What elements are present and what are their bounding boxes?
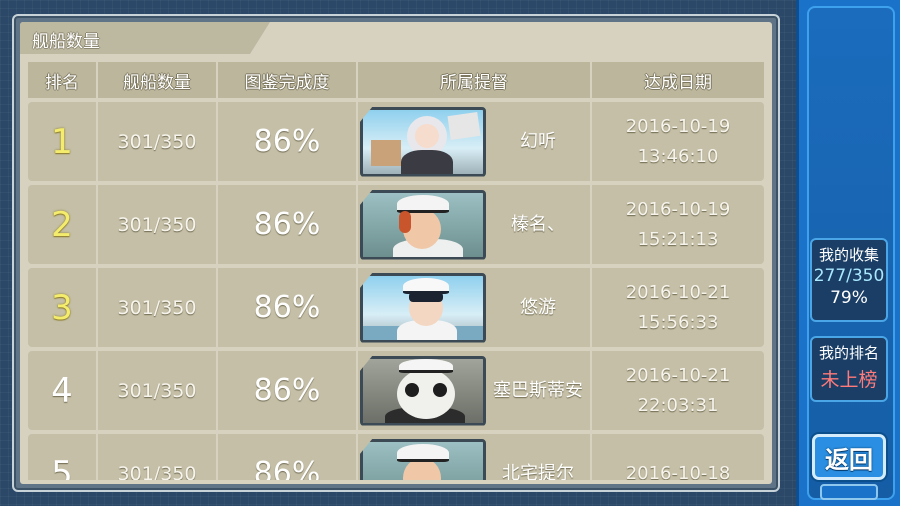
date-text: 2016-10-19 [625, 115, 731, 137]
collection-percent: 79% [830, 288, 868, 308]
header-ship-count: 舰船数量 [98, 62, 218, 98]
time-text: 15:21:13 [637, 228, 719, 250]
achieve-date: 2016-10-19 13:46:10 [592, 102, 764, 181]
ship-count: 301/350 [98, 185, 218, 264]
completion-percent: 86% [218, 185, 358, 264]
table-row[interactable]: 5 301/350 86% 北宅提尔 2016-10-18 [28, 434, 764, 480]
table-row[interactable]: 1 301/350 86% 幻听 2016-10-19 13:46:10 [28, 102, 764, 181]
leaderboard-panel: 舰船数量 排名 舰船数量 图鉴完成度 所属提督 达成日期 1 301/350 8… [20, 22, 772, 484]
admiral-name: 榛名、 [511, 213, 565, 235]
admiral-cell: 悠游 [358, 268, 592, 347]
rank-number: 4 [28, 351, 98, 430]
collection-count: 277/350 [813, 266, 885, 286]
ship-count: 301/350 [98, 351, 218, 430]
time-text: 15:56:33 [637, 311, 719, 333]
header-date: 达成日期 [644, 72, 712, 93]
achieve-date: 2016-10-21 22:03:31 [592, 351, 764, 430]
time-text: 13:46:10 [637, 145, 719, 167]
admiral-cell: 幻听 [358, 102, 592, 181]
naval-officer-portrait[interactable] [360, 272, 486, 343]
leaderboard-table[interactable]: 排名 舰船数量 图鉴完成度 所属提督 达成日期 1 301/350 86% 幻听… [28, 62, 764, 480]
date-text: 2016-10-19 [625, 198, 731, 220]
collection-title: 我的收集 [818, 246, 879, 264]
redhead-man-portrait[interactable] [360, 438, 486, 480]
admiral-name: 悠游 [520, 296, 556, 318]
admiral-name: 北宅提尔 [502, 462, 574, 481]
redhead-man-portrait[interactable] [360, 189, 486, 260]
ship-count: 301/350 [98, 268, 218, 347]
completion-percent: 86% [218, 434, 358, 480]
completion-percent: 86% [218, 268, 358, 347]
header-completion: 图鉴完成度 [218, 62, 358, 98]
completion-percent: 86% [218, 351, 358, 430]
time-text: 22:03:31 [637, 394, 719, 416]
achieve-date: 2016-10-18 [592, 434, 764, 481]
white-haired-girl-portrait[interactable] [360, 106, 486, 177]
table-row[interactable]: 2 301/350 86% 榛名、 2016-10-19 15:21:13 [28, 185, 764, 264]
date-text: 2016-10-21 [625, 281, 731, 303]
table-header: 排名 舰船数量 图鉴完成度 所属提督 达成日期 [28, 62, 764, 98]
table-rows: 1 301/350 86% 幻听 2016-10-19 13:46:10 2 3… [28, 102, 764, 480]
header-rank: 排名 [28, 62, 98, 98]
rank-number: 3 [28, 268, 98, 347]
date-text: 2016-10-18 [625, 462, 731, 481]
achieve-date: 2016-10-19 15:21:13 [592, 185, 764, 264]
admiral-cell: 榛名、 [358, 185, 592, 264]
admiral-cell: 塞巴斯蒂安 [358, 351, 592, 430]
header-admiral: 所属提督 [358, 62, 592, 98]
back-button[interactable]: 返回 [812, 434, 886, 480]
table-row[interactable]: 3 301/350 86% 悠游 2016-10-21 15:56:33 [28, 268, 764, 347]
achieve-date: 2016-10-21 15:56:33 [592, 268, 764, 347]
admiral-name: 塞巴斯蒂安 [493, 379, 583, 401]
rank-title: 我的排名 [818, 344, 879, 362]
panda-meme-portrait[interactable] [360, 355, 486, 426]
table-row[interactable]: 4 301/350 86% 塞巴斯蒂安 2016-10-21 22:03:31 [28, 351, 764, 430]
rank-value: 未上榜 [820, 369, 878, 391]
ship-count: 301/350 [98, 434, 218, 480]
date-text: 2016-10-21 [625, 364, 731, 386]
admiral-name: 幻听 [520, 130, 556, 152]
rank-number: 5 [28, 434, 98, 480]
my-rank-box: 我的排名 未上榜 [810, 336, 888, 402]
admiral-cell: 北宅提尔 [358, 434, 592, 480]
completion-percent: 86% [218, 102, 358, 181]
ship-count: 301/350 [98, 102, 218, 181]
my-collection-box: 我的收集 277/350 79% [810, 238, 888, 322]
back-button-base [820, 484, 878, 500]
panel-title: 舰船数量 [32, 32, 100, 52]
rank-number: 2 [28, 185, 98, 264]
rank-number: 1 [28, 102, 98, 181]
